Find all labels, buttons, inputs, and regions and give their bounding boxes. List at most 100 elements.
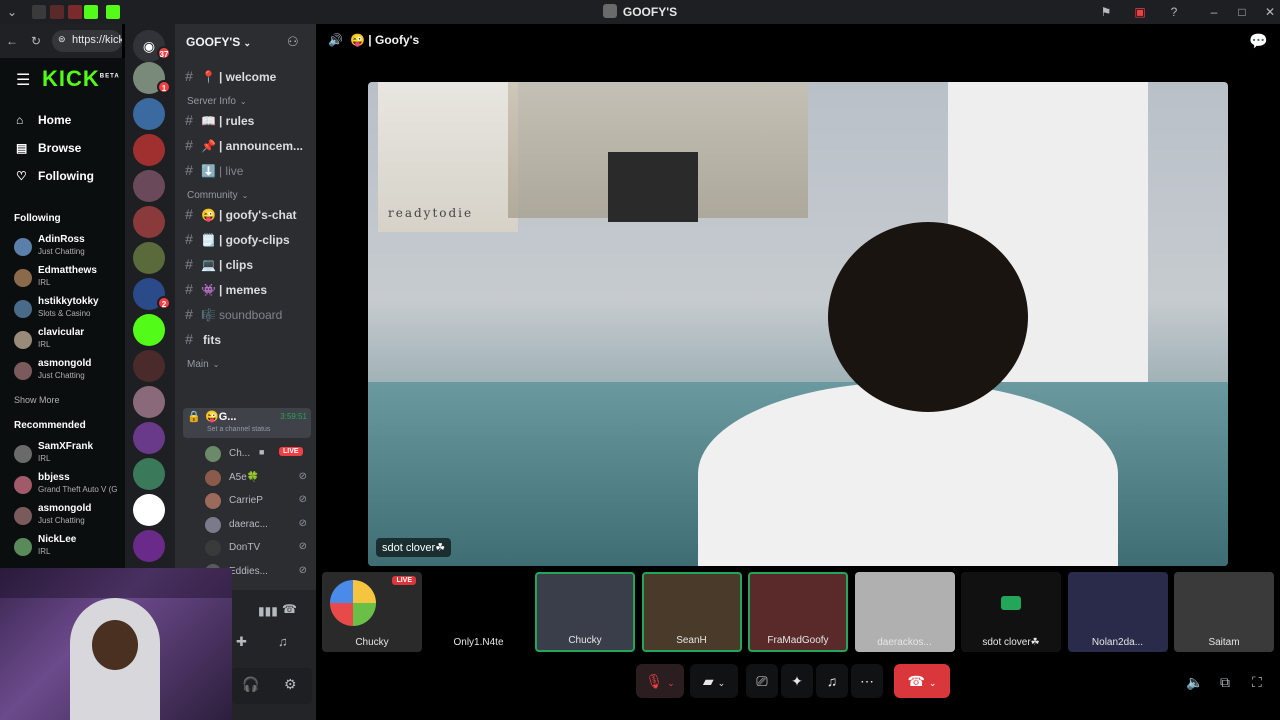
soundboard-small-icon[interactable]: ♫ <box>278 634 288 649</box>
more-options-button[interactable]: ⋯ <box>851 664 883 698</box>
server-icon[interactable] <box>133 494 165 526</box>
server-icon[interactable] <box>133 314 165 346</box>
server-name-header[interactable]: GOOFY'S ⌄ <box>186 35 251 49</box>
recommended-item[interactable]: SamXFrank IRL <box>14 441 122 471</box>
mute-toggle[interactable]: 🎙 ⌄ <box>636 664 684 698</box>
popout-icon[interactable]: ⧉ <box>1220 674 1230 691</box>
voice-user[interactable]: Ch... ■ LIVE <box>203 444 313 464</box>
channel-category[interactable]: Main ⌄ <box>187 359 219 370</box>
focused-video-stream[interactable]: readytodie sdot clover☘ <box>368 82 1228 566</box>
server-icon[interactable] <box>133 134 165 166</box>
participant-tile[interactable]: Only1.N4te <box>428 572 529 652</box>
kick-logo[interactable]: KICKBETA <box>42 66 120 92</box>
settings-gear-icon[interactable]: ⚙ <box>284 676 297 693</box>
voice-channel-active[interactable]: 🔒 😜G... 3:59:51 Set a channel status <box>183 408 311 438</box>
headphones-icon[interactable]: 🎧 <box>242 676 259 693</box>
avatar <box>14 269 32 287</box>
voice-user[interactable]: CarrieP ⊘ <box>203 491 313 511</box>
following-item[interactable]: hstikkytokky Slots & Casino <box>14 296 122 326</box>
channel-category[interactable]: Community ⌄ <box>187 190 248 201</box>
server-icon[interactable] <box>133 350 165 382</box>
url-bar[interactable]: ⊜ https://kick.c <box>52 30 122 52</box>
channel-item[interactable]: # fits <box>179 331 313 353</box>
server-icon[interactable] <box>133 530 165 562</box>
following-item[interactable]: Edmatthews IRL <box>14 265 122 295</box>
chat-icon[interactable]: 💬 <box>1249 32 1268 50</box>
server-icon[interactable] <box>133 170 165 202</box>
nav-home[interactable]: ⌂ Home <box>16 113 71 127</box>
minimize-icon[interactable]: – <box>1206 4 1222 20</box>
channel-item[interactable]: # 🎼 soundboard <box>179 306 313 328</box>
participant-tile[interactable]: Saitam <box>1174 572 1274 652</box>
channel-item[interactable]: # 📖 | rules <box>179 112 313 134</box>
following-item[interactable]: clavicular IRL <box>14 327 122 357</box>
activity-icon[interactable]: ✚ <box>236 634 247 650</box>
channel-name: bbjess <box>38 472 70 483</box>
server-icon[interactable] <box>133 422 165 454</box>
screen-share-icon[interactable]: ▣ <box>1132 4 1148 20</box>
participant-tile[interactable]: Chucky <box>535 572 635 652</box>
channel-category[interactable]: Server Info ⌄ <box>187 96 247 107</box>
flag-icon[interactable]: ⚑ <box>1098 4 1114 20</box>
channel-item[interactable]: # 🗒️ | goofy-clips <box>179 231 313 253</box>
server-icon[interactable] <box>133 206 165 238</box>
soundboard-button[interactable]: ♫ <box>816 664 848 698</box>
camera-toggle[interactable]: ▰ ⌄ <box>690 664 738 698</box>
invite-user-icon[interactable]: ⚇ <box>287 34 299 50</box>
server-icon[interactable]: 2 <box>133 278 171 310</box>
show-more-link[interactable]: Show More <box>14 395 60 405</box>
participant-tile[interactable]: sdot clover☘ <box>961 572 1061 652</box>
voice-user[interactable]: daerac... ⊘ <box>203 515 313 535</box>
activities-button[interactable]: ✦ <box>781 664 813 698</box>
participant-tile[interactable]: SeanH <box>641 572 742 652</box>
maximize-icon[interactable]: □ <box>1234 4 1250 20</box>
server-icon[interactable]: 1 <box>133 62 171 94</box>
voice-user[interactable]: DonTV ⊘ <box>203 538 313 558</box>
recommended-item[interactable]: NickLee IRL <box>14 534 122 564</box>
channel-item[interactable]: # 📌 | announcem... <box>179 137 313 159</box>
fullscreen-icon[interactable]: ⛶ <box>1252 674 1262 691</box>
participant-tile[interactable]: FraMadGoofy <box>748 572 848 652</box>
following-item[interactable]: asmongold Just Chatting <box>14 358 122 388</box>
channel-name: | memes <box>218 283 268 297</box>
channel-item[interactable]: # 💻 | clips <box>179 256 313 278</box>
participant-tile[interactable]: LIVE Chucky <box>322 572 422 652</box>
close-icon[interactable]: ✕ <box>1262 4 1278 20</box>
channel-category: Grand Theft Auto V (G <box>38 485 118 494</box>
recommended-item[interactable]: bbjess Grand Theft Auto V (G <box>14 472 122 502</box>
discord-home-icon[interactable]: ◉ 37 <box>133 30 171 62</box>
reload-icon[interactable]: ↻ <box>28 33 44 49</box>
server-icon[interactable] <box>133 386 165 418</box>
nav-following[interactable]: ♡ Following <box>16 169 94 183</box>
site-info-icon[interactable]: ⊜ <box>58 34 66 45</box>
hash-icon: # <box>185 112 193 128</box>
nav-browse[interactable]: ▤ Browse <box>16 141 81 155</box>
channel-emoji: 😜 <box>201 208 216 222</box>
window-title: GOOFY'S <box>0 4 1280 19</box>
participant-tile[interactable]: daerackos... <box>854 572 955 652</box>
server-icon[interactable] <box>133 98 165 130</box>
participant-tile[interactable]: Nolan2da... <box>1067 572 1168 652</box>
voice-user[interactable]: A5e🍀 ⊘ <box>203 468 313 488</box>
following-item[interactable]: AdinRoss Just Chatting <box>14 234 122 264</box>
channel-item[interactable]: # 👾 | memes <box>179 281 313 303</box>
disconnect-small-icon[interactable]: ☎ <box>282 602 297 616</box>
volume-icon[interactable]: 🔈 <box>1186 674 1203 691</box>
channel-item[interactable]: # 😜 | goofy's-chat <box>179 206 313 228</box>
server-icon[interactable] <box>133 242 165 274</box>
channel-item[interactable]: # ⬇️ | live <box>179 162 313 184</box>
channel-item[interactable]: # 📍 | welcome <box>179 68 313 90</box>
channel-emoji: 🎼 <box>201 308 216 322</box>
hash-icon: # <box>185 256 193 272</box>
back-arrow-icon[interactable]: ← <box>4 33 20 49</box>
home-mention-badge: 37 <box>157 46 171 60</box>
screen-share-button[interactable]: ⎚ <box>746 664 778 698</box>
call-header: 🔊 😜 | Goofy's 💬 <box>316 24 1280 58</box>
disconnect-button[interactable]: ☎ ⌄ <box>894 664 950 698</box>
channel-status[interactable]: Set a channel status <box>207 426 270 433</box>
menu-icon[interactable]: ☰ <box>16 70 30 90</box>
help-icon[interactable]: ? <box>1166 4 1182 20</box>
recommended-item[interactable]: asmongold Just Chatting <box>14 503 122 533</box>
following-heading: Following <box>14 213 61 224</box>
server-icon[interactable] <box>133 458 165 490</box>
